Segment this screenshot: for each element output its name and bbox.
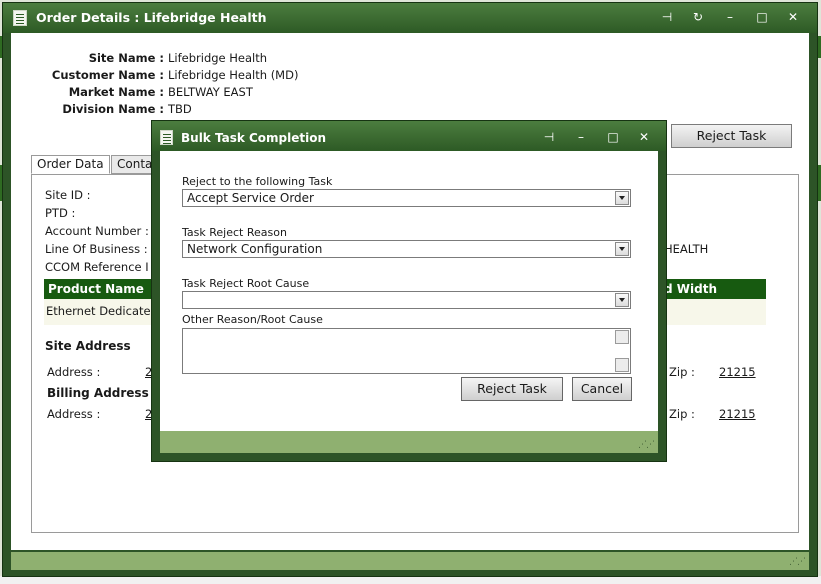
- reject-to-value: Accept Service Order: [187, 191, 314, 205]
- minimize-icon[interactable]: –: [573, 129, 589, 145]
- reject-reason-label: Task Reject Reason: [182, 226, 287, 239]
- root-cause-label: Task Reject Root Cause: [182, 277, 310, 290]
- pin-icon[interactable]: ⊣: [659, 9, 675, 25]
- reject-reason-select[interactable]: Network Configuration: [182, 240, 631, 258]
- account-number-label: Account Number :: [45, 224, 149, 238]
- scroll-down-icon[interactable]: [615, 358, 629, 372]
- refresh-icon[interactable]: ↻: [690, 9, 706, 25]
- site-id-label: Site ID :: [45, 188, 91, 202]
- chevron-down-icon[interactable]: [615, 191, 629, 205]
- line-of-business-value: HEALTH: [664, 242, 709, 256]
- chevron-down-icon[interactable]: [615, 293, 629, 307]
- bandwidth-header: d Width: [660, 279, 766, 299]
- billing-address-label: Address :: [47, 407, 101, 421]
- dialog-content: Reject to the following Task Accept Serv…: [160, 151, 658, 431]
- billing-zip-link[interactable]: 21215: [719, 407, 756, 421]
- resize-grip-icon[interactable]: ⋰⋰: [638, 440, 655, 450]
- window-status-bar: ⋰⋰: [11, 552, 809, 570]
- background-page-footer: [0, 576, 821, 584]
- scroll-up-icon[interactable]: [615, 330, 629, 344]
- site-zip-label: Zip :: [669, 365, 695, 379]
- division-name-label: Division Name :: [62, 102, 164, 116]
- minimize-icon[interactable]: –: [722, 9, 738, 25]
- site-zip-link[interactable]: 21215: [719, 365, 756, 379]
- billing-zip-label: Zip :: [669, 407, 695, 421]
- line-of-business-label: Line Of Business :: [45, 242, 148, 256]
- tab-order-data[interactable]: Order Data: [31, 155, 110, 174]
- dialog-title-bar[interactable]: Bulk Task Completion ⊣ – □ ✕: [152, 121, 666, 151]
- reject-to-label: Reject to the following Task: [182, 175, 333, 188]
- document-icon: [13, 10, 27, 26]
- close-icon[interactable]: ✕: [785, 9, 801, 25]
- dialog-cancel-button[interactable]: Cancel: [572, 377, 632, 401]
- site-address-heading: Site Address: [45, 339, 131, 353]
- close-icon[interactable]: ✕: [636, 129, 652, 145]
- site-name-label: Site Name :: [88, 51, 164, 65]
- maximize-icon[interactable]: □: [754, 9, 770, 25]
- other-reason-textarea[interactable]: [182, 328, 631, 374]
- dialog-status-bar: ⋰⋰: [160, 431, 658, 453]
- chevron-down-icon[interactable]: [615, 242, 629, 256]
- document-icon: [160, 130, 173, 145]
- root-cause-select[interactable]: [182, 291, 631, 309]
- site-address-label: Address :: [47, 365, 101, 379]
- other-reason-label: Other Reason/Root Cause: [182, 313, 323, 326]
- reject-task-button[interactable]: Reject Task: [671, 124, 792, 148]
- division-name-value: TBD: [168, 102, 192, 116]
- product-name-value: Ethernet Dedicated: [46, 304, 158, 318]
- ptd-label: PTD :: [45, 206, 76, 220]
- pin-icon[interactable]: ⊣: [541, 129, 557, 145]
- reject-reason-value: Network Configuration: [187, 242, 323, 256]
- window-title-bar[interactable]: Order Details : Lifebridge Health ⊣ ↻ – …: [3, 3, 817, 33]
- resize-grip-icon[interactable]: ⋰⋰: [789, 557, 806, 567]
- dialog-reject-task-button[interactable]: Reject Task: [461, 377, 563, 401]
- dialog-title: Bulk Task Completion: [181, 131, 327, 145]
- maximize-icon[interactable]: □: [605, 129, 621, 145]
- bulk-task-completion-dialog: Bulk Task Completion ⊣ – □ ✕ Reject to t…: [151, 120, 667, 462]
- market-name-label: Market Name :: [68, 85, 164, 99]
- product-name-header: Product Name: [44, 279, 158, 299]
- market-name-value: BELTWAY EAST: [168, 85, 253, 99]
- site-name-value: Lifebridge Health: [168, 51, 268, 65]
- window-title: Order Details : Lifebridge Health: [36, 10, 267, 25]
- customer-name-value: Lifebridge Health (MD): [168, 68, 299, 82]
- billing-address-heading: Billing Address: [47, 386, 149, 400]
- reject-to-select[interactable]: Accept Service Order: [182, 189, 631, 207]
- customer-name-label: Customer Name :: [51, 68, 164, 82]
- ccom-reference-label: CCOM Reference I: [45, 260, 149, 274]
